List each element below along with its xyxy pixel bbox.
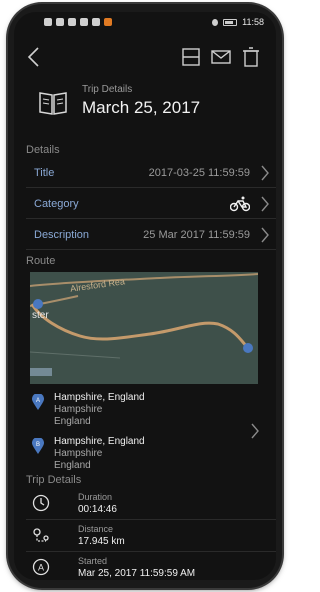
stat-value: Mar 25, 2017 11:59:59 AM	[78, 568, 196, 579]
status-time: 11:58	[242, 17, 264, 27]
signal-icon	[68, 18, 76, 26]
section-route: Route	[26, 255, 56, 267]
header-subtitle: Trip Details	[82, 84, 133, 95]
chevron-right-icon	[261, 196, 269, 212]
trash-icon[interactable]	[240, 46, 262, 68]
stat-value: 00:14:46	[78, 504, 117, 515]
svg-text:B: B	[36, 442, 40, 448]
toolbar	[14, 42, 276, 72]
section-trip-details: Trip Details	[26, 474, 82, 486]
end-place: Hampshire, England	[54, 436, 145, 447]
trip-header: Trip Details March 25, 2017	[14, 80, 276, 136]
marker-b-icon: B	[32, 438, 44, 454]
location-icon	[212, 18, 219, 26]
start-marker-icon: A	[32, 558, 50, 576]
chevron-right-icon[interactable]	[250, 422, 260, 440]
stat-started: A Started Mar 25, 2017 11:59:59 AM	[26, 552, 276, 580]
mail-icon[interactable]	[210, 46, 232, 68]
stat-value: 17.945 km	[78, 536, 125, 547]
notification-icon	[92, 18, 100, 26]
detail-value: 25 Mar 2017 11:59:59	[143, 229, 250, 241]
chevron-right-icon	[261, 227, 269, 243]
detail-row-title[interactable]: Title 2017-03-25 11:59:59	[26, 158, 276, 188]
map-place-label: ster	[32, 310, 49, 321]
stat-duration: Duration 00:14:46	[26, 488, 276, 520]
bicycle-icon	[230, 196, 250, 212]
stat-key: Distance	[78, 524, 114, 534]
svg-text:A: A	[36, 398, 40, 404]
app-notification-icon	[104, 18, 112, 26]
page-title: March 25, 2017	[82, 98, 201, 117]
start-country: England	[54, 416, 91, 427]
detail-label: Category	[34, 198, 79, 210]
detail-row-description[interactable]: Description 25 Mar 2017 11:59:59	[26, 220, 276, 250]
bluetooth-icon	[44, 18, 52, 26]
stat-key: Duration	[78, 492, 113, 502]
marker-a-icon: A	[32, 394, 44, 410]
map-canvas	[30, 272, 258, 384]
battery-icon	[223, 18, 238, 26]
chevron-right-icon	[261, 165, 269, 181]
wifi-icon	[56, 18, 64, 26]
clock-icon	[32, 494, 50, 512]
expand-icon[interactable]	[180, 46, 202, 68]
route-map[interactable]: Alresford Rea ster	[30, 272, 258, 384]
book-icon	[39, 92, 67, 115]
end-country: England	[54, 460, 91, 471]
back-arrow-icon[interactable]	[26, 46, 42, 68]
notification-icon	[80, 18, 88, 26]
status-bar: 11:58	[14, 12, 276, 34]
svg-text:A: A	[38, 563, 44, 573]
stat-key: Started	[78, 556, 108, 566]
route-distance-icon	[33, 528, 49, 542]
detail-value: 2017-03-25 11:59:59	[148, 167, 250, 179]
detail-row-category[interactable]: Category	[26, 189, 276, 219]
detail-label: Description	[34, 229, 90, 241]
start-place: Hampshire, England	[54, 392, 145, 403]
start-region: Hampshire	[54, 404, 103, 415]
detail-label: Title	[34, 167, 55, 179]
stat-distance: Distance 17.945 km	[26, 520, 276, 552]
end-region: Hampshire	[54, 448, 103, 459]
screen: 11:58 Trip Details March 25, 2017 Detail…	[14, 12, 276, 580]
section-details: Details	[26, 144, 60, 156]
